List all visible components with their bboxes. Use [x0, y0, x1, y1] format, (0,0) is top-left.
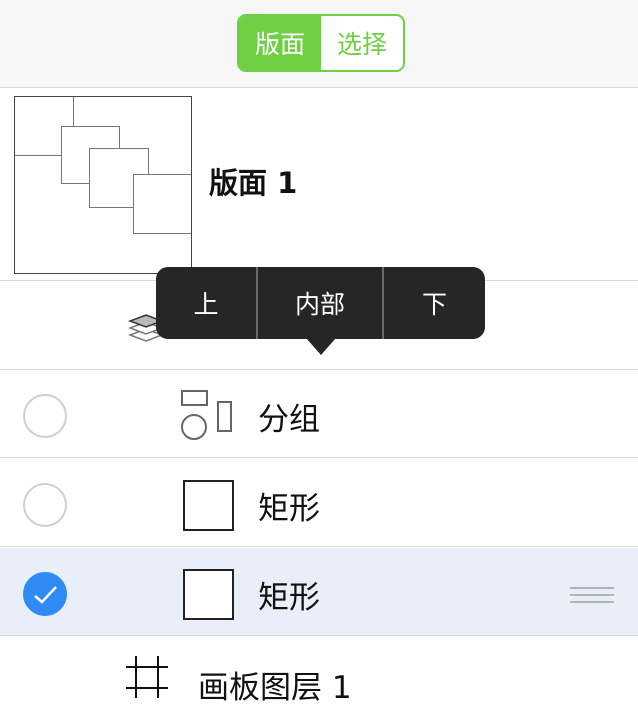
rectangle-icon	[183, 480, 234, 531]
layer-label: 矩形	[258, 491, 320, 527]
layer-row-rectangle-selected[interactable]: 矩形	[0, 548, 638, 636]
top-toolbar: 版面 选择	[0, 0, 638, 88]
rectangle-icon	[183, 569, 234, 620]
canvas-name: 版面 1	[209, 166, 298, 200]
layer-row-group[interactable]: 分组	[0, 370, 638, 458]
checkmark-icon	[34, 586, 57, 604]
select-radio-checked[interactable]	[23, 572, 67, 616]
popup-item-below[interactable]: 下	[384, 267, 485, 339]
canvas-row[interactable]: 版面 1	[0, 88, 638, 281]
popup-item-above[interactable]: 上	[156, 267, 256, 339]
layer-row-rectangle[interactable]: 矩形	[0, 459, 638, 547]
layer-label: 分组	[258, 402, 320, 438]
artboard-icon	[126, 656, 168, 698]
popup-item-inside[interactable]: 内部	[258, 267, 382, 339]
segment-select-button[interactable]: 选择	[321, 16, 403, 70]
segment-canvas-button[interactable]: 版面	[239, 16, 321, 70]
artboard-row[interactable]: 画板图层 1	[0, 636, 638, 718]
select-radio[interactable]	[23, 483, 67, 527]
arrange-popup-menu: 上 内部 下	[156, 267, 485, 339]
layer-label: 矩形	[258, 580, 320, 616]
canvas-thumbnail	[14, 96, 192, 274]
popup-arrow	[306, 338, 336, 355]
select-radio[interactable]	[23, 394, 67, 438]
group-icon	[181, 390, 232, 440]
drag-handle-icon[interactable]	[570, 587, 614, 608]
artboard-label: 画板图层 1	[198, 670, 352, 706]
mode-segmented-control: 版面 选择	[237, 14, 405, 72]
